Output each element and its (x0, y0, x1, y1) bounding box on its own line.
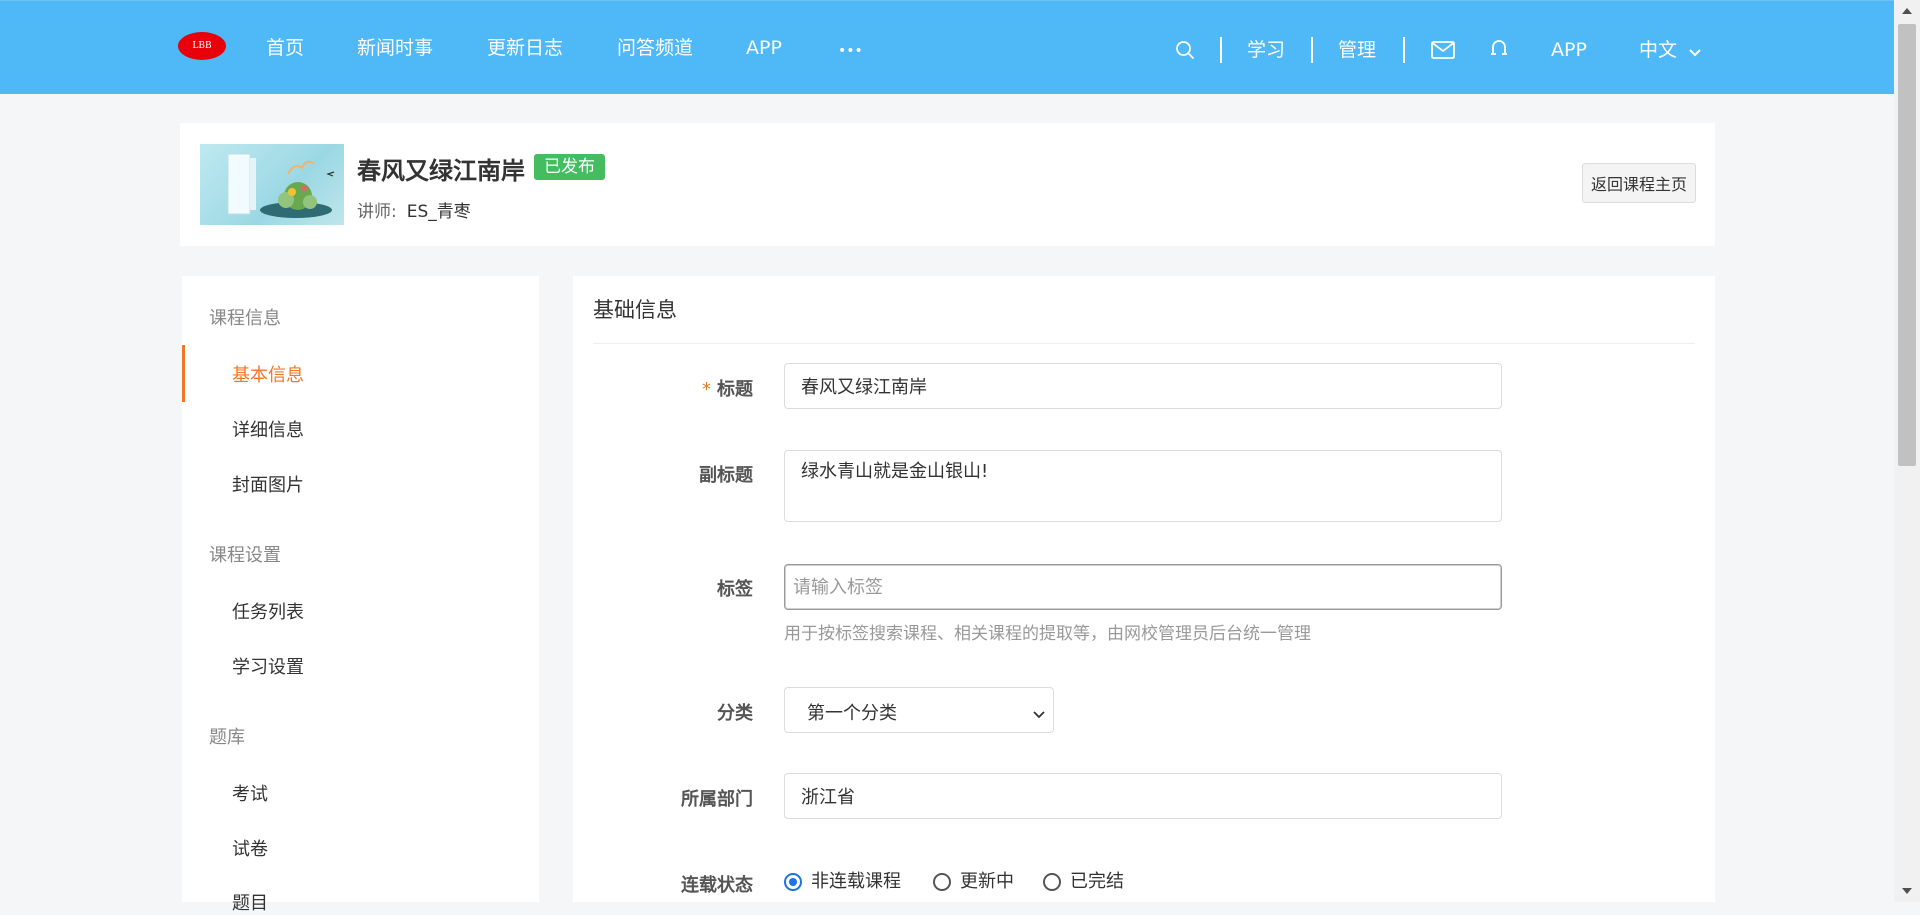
nav-more[interactable]: ••• (838, 39, 863, 63)
nav-changelog[interactable]: 更新日志 (487, 36, 563, 60)
sidebar-group-question-bank: 题库 (209, 727, 245, 748)
subtitle-label: 副标题 (699, 465, 753, 486)
title-label-text: 标题 (717, 379, 753, 400)
nav-app-right[interactable]: APP (1551, 38, 1587, 62)
teacher-info: 讲师: ES_青枣 (357, 197, 471, 222)
scroll-down-arrow-icon[interactable] (1902, 888, 1912, 894)
subtitle-textarea[interactable]: 绿水青山就是金山银山! (784, 450, 1502, 522)
tags-label: 标签 (717, 579, 753, 600)
nav-app[interactable]: APP (746, 36, 782, 60)
chevron-down-icon (1033, 704, 1045, 723)
section-title: 基础信息 (593, 298, 677, 322)
sidebar-item-exam[interactable]: 考试 (232, 780, 268, 806)
category-label: 分类 (717, 703, 753, 724)
section-divider (593, 343, 1695, 344)
header-divider (1403, 37, 1405, 63)
active-item-indicator (182, 345, 185, 402)
tags-help-text: 用于按标签搜索课程、相关课程的提取等，由网校管理员后台统一管理 (784, 624, 1311, 644)
sidebar-group-course-info: 课程信息 (209, 308, 281, 329)
tags-input[interactable] (784, 564, 1502, 610)
nav-news[interactable]: 新闻时事 (357, 36, 433, 60)
department-label: 所属部门 (681, 789, 753, 810)
status-badge: 已发布 (534, 154, 605, 180)
radio-label: 更新中 (960, 871, 1014, 892)
required-star: * (702, 379, 711, 400)
top-navbar: LBB 首页 新闻时事 更新日志 问答频道 APP ••• 学习 管理 APP … (0, 0, 1894, 94)
sidebar-item-task-list[interactable]: 任务列表 (232, 598, 304, 624)
radio-circle (784, 873, 802, 891)
scroll-up-arrow-icon[interactable] (1902, 8, 1912, 14)
bell-icon[interactable] (1489, 38, 1509, 60)
search-icon[interactable] (1175, 40, 1195, 60)
sidebar-item-basic-info[interactable]: 基本信息 (232, 361, 304, 387)
sidebar-item-cover-image[interactable]: 封面图片 (232, 471, 304, 497)
nav-manage[interactable]: 管理 (1338, 38, 1376, 62)
category-select[interactable]: 第一个分类 (784, 687, 1054, 733)
back-to-course-button[interactable]: 返回课程主页 (1582, 163, 1696, 203)
radio-label: 已完结 (1070, 871, 1124, 892)
department-input[interactable] (784, 773, 1502, 819)
title-input[interactable] (784, 363, 1502, 409)
sidebar-item-study-settings[interactable]: 学习设置 (232, 653, 304, 679)
teacher-name: ES_青枣 (406, 202, 471, 222)
logo-text: LBB (192, 41, 212, 51)
language-switcher[interactable]: 中文 (1639, 38, 1701, 63)
site-logo[interactable]: LBB (178, 32, 226, 60)
sidebar-item-paper[interactable]: 试卷 (232, 835, 268, 861)
radio-label: 非连载课程 (811, 871, 901, 892)
course-cover-image (200, 144, 344, 225)
course-settings-sidebar: 课程信息 基本信息 详细信息 封面图片 课程设置 任务列表 学习设置 题库 考试… (182, 276, 539, 914)
nav-qa[interactable]: 问答频道 (617, 36, 693, 60)
course-title: 春风又绿江南岸 (357, 157, 525, 185)
sidebar-group-course-settings: 课程设置 (209, 545, 281, 566)
teacher-label: 讲师: (357, 202, 397, 222)
header-divider (1220, 37, 1222, 63)
radio-circle (933, 873, 951, 891)
nav-home[interactable]: 首页 (266, 36, 304, 60)
sidebar-item-detail-info[interactable]: 详细信息 (232, 416, 304, 442)
basic-info-panel: 基础信息 * 标题 副标题 绿水青山就是金山银山! 标签 用于按标签搜索课程、相关… (573, 276, 1715, 902)
serial-status-label: 连载状态 (681, 875, 753, 896)
title-label: * 标题 (573, 375, 753, 401)
scrollbar-thumb[interactable] (1898, 24, 1916, 466)
page-scrollbar[interactable] (1894, 0, 1920, 902)
chevron-down-icon (1689, 39, 1701, 63)
radio-circle (1043, 873, 1061, 891)
mail-icon[interactable] (1431, 41, 1455, 59)
course-header-card: 春风又绿江南岸 已发布 讲师: ES_青枣 返回课程主页 (180, 123, 1715, 246)
sidebar-item-questions[interactable]: 题目 (232, 889, 268, 915)
language-label: 中文 (1639, 39, 1678, 61)
nav-study[interactable]: 学习 (1247, 38, 1285, 62)
header-divider (1311, 37, 1313, 63)
category-selected-value: 第一个分类 (807, 703, 897, 724)
